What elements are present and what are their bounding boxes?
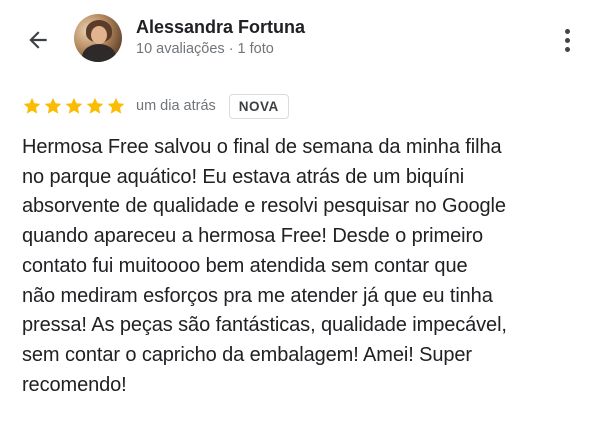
star-icon [107,97,125,114]
back-button[interactable] [22,24,54,56]
star-icon [86,97,104,114]
star-icon [23,97,41,114]
review-text: Hermosa Free salvou o final de semana da… [22,133,587,400]
review-line: contato fui muitoooo bem atendida sem co… [22,254,468,277]
review-line: no parque aquático! Eu estava atrás de u… [22,165,465,188]
review-line: absorvente de qualidade e resolvi pesqui… [22,195,506,218]
star-icon [44,97,62,114]
more-options-button[interactable] [555,24,579,56]
avatar[interactable] [74,14,122,62]
more-vertical-icon [564,28,570,34]
new-badge: NOVA [228,93,289,119]
review-line: sem contar o capricho da embalagem! Amei… [22,343,472,366]
star-rating [22,96,126,116]
review-line: quando apareceu a hermosa Free! Desde o … [22,225,484,248]
review-line: Hermosa Free salvou o final de semana da… [22,136,502,158]
review-line: não mediram esforços pra me atender já q… [22,284,493,307]
arrow-back-icon [29,31,47,49]
reviewer-name[interactable]: Alessandra Fortuna [136,17,305,38]
review-line: pressa! As peças são fantásticas, qualid… [22,314,507,337]
review-header: Alessandra Fortuna 10 avaliações · 1 fot… [0,0,600,84]
review-meta: um dia atrás NOVA [22,92,289,120]
review-time: um dia atrás [136,98,216,114]
review-line: recomendo! [22,373,127,396]
reviewer-stats: 10 avaliações · 1 foto [136,41,274,57]
star-icon [65,97,83,114]
